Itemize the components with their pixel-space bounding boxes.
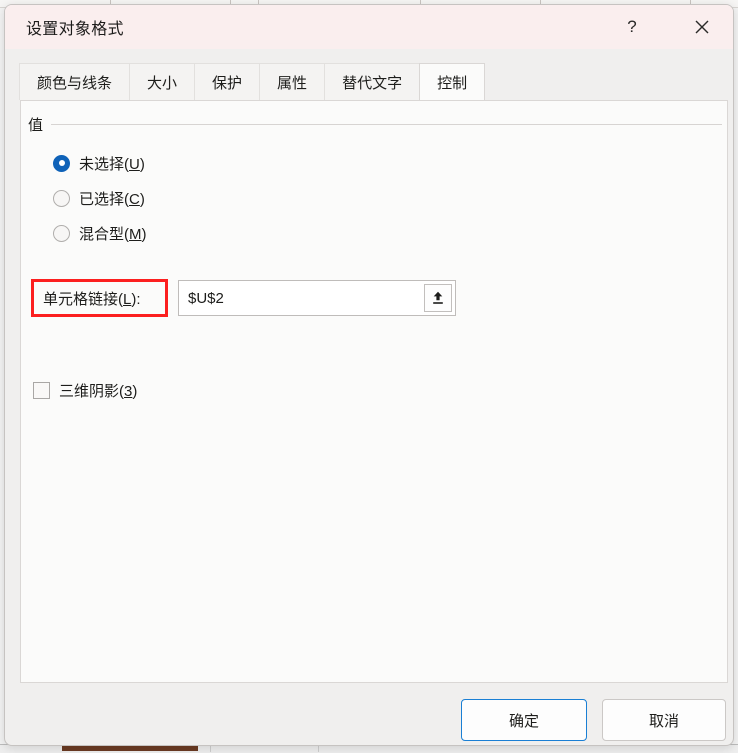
radio-label-checked: 已选择(C) (79, 188, 145, 209)
radio-button-unselected-icon[interactable] (53, 225, 70, 242)
value-group-header: 值 (28, 113, 722, 135)
tab-colors-and-lines[interactable]: 颜色与线条 (19, 63, 130, 100)
radio-label-checked-text: 已选择 (79, 191, 124, 208)
cell-link-label-highlight: 单元格链接(L): (31, 279, 168, 317)
radio-label-mixed: 混合型(M) (79, 223, 147, 244)
ok-button[interactable]: 确定 (461, 699, 587, 741)
value-group-legend: 值 (28, 114, 51, 135)
cell-link-input[interactable] (179, 281, 424, 315)
radio-option-checked[interactable]: 已选择(C) (53, 187, 722, 209)
value-group: 值 未选择(U) 已选择(C) 混合型(M) (28, 113, 722, 244)
group-separator-line (51, 124, 722, 125)
three-d-shading-label-text: 三维阴影 (59, 383, 119, 400)
cancel-button[interactable]: 取消 (602, 699, 726, 741)
radio-accesskey-unchecked: U (129, 156, 140, 173)
background-sheet-tab-accent (62, 746, 198, 751)
cell-link-accesskey: L (123, 291, 131, 308)
tab-protection[interactable]: 保护 (194, 63, 260, 100)
background-strip-divider (318, 745, 319, 752)
three-d-shading-option[interactable]: 三维阴影(3) (33, 379, 137, 401)
three-d-shading-accesskey: 3 (124, 383, 132, 400)
dialog-title: 设置对象格式 (26, 15, 124, 39)
radio-button-selected-icon[interactable] (53, 155, 70, 172)
tab-list: 颜色与线条 大小 保护 属性 替代文字 控制 (19, 63, 485, 100)
dialog-tabstrip: 颜色与线条 大小 保护 属性 替代文字 控制 (5, 49, 733, 100)
cell-link-field (178, 280, 456, 316)
radio-option-unchecked[interactable]: 未选择(U) (53, 152, 722, 174)
dialog-footer: 确定 取消 (5, 693, 733, 746)
titlebar-button-group: ? (609, 5, 733, 49)
radio-label-mixed-text: 混合型 (79, 226, 124, 243)
cell-link-label-text: 单元格链接 (43, 291, 118, 308)
cell-link-label-suffix: : (136, 291, 140, 308)
radio-accesskey-checked: C (129, 191, 140, 208)
close-icon[interactable] (679, 5, 725, 49)
background-strip-divider (210, 745, 211, 752)
radio-option-mixed[interactable]: 混合型(M) (53, 222, 722, 244)
tab-size[interactable]: 大小 (129, 63, 195, 100)
tab-control[interactable]: 控制 (419, 63, 485, 100)
checkbox-unchecked-icon[interactable] (33, 382, 50, 399)
range-selector-up-arrow-icon[interactable] (424, 284, 452, 312)
control-tab-panel: 值 未选择(U) 已选择(C) 混合型(M) 单元格链接(L): (20, 100, 728, 683)
format-object-dialog: 设置对象格式 ? 颜色与线条 大小 保护 属性 替代文字 控制 值 (4, 4, 734, 746)
help-icon[interactable]: ? (609, 5, 655, 49)
radio-button-unselected-icon[interactable] (53, 190, 70, 207)
radio-label-unchecked: 未选择(U) (79, 153, 145, 174)
cell-link-label: 单元格链接(L): (43, 288, 141, 309)
cell-link-row: 单元格链接(L): (21, 271, 729, 321)
three-d-shading-label: 三维阴影(3) (59, 380, 137, 401)
tab-properties[interactable]: 属性 (259, 63, 325, 100)
radio-label-unchecked-text: 未选择 (79, 156, 124, 173)
dialog-titlebar: 设置对象格式 ? (5, 5, 733, 49)
radio-accesskey-mixed: M (129, 226, 142, 243)
tab-alt-text[interactable]: 替代文字 (324, 63, 420, 100)
